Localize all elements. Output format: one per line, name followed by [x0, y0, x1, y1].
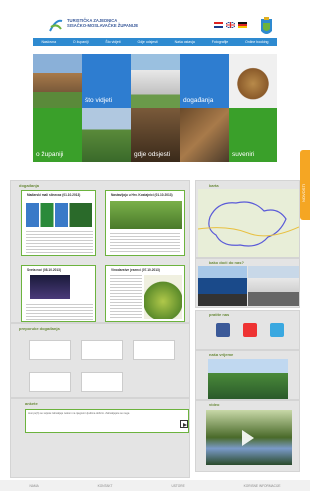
footer-link[interactable]: USTORE — [171, 484, 184, 488]
footer-link[interactable]: KORISNE INFORMACIJE — [244, 484, 281, 488]
pratite-nas-section: pratite nas — [195, 310, 300, 350]
karta-title: karta — [209, 183, 219, 188]
preporuke-section: preporuke događanja — [10, 323, 190, 398]
footer-link[interactable]: KONTAKT — [98, 484, 113, 488]
partner-logo[interactable] — [29, 340, 71, 360]
german-flag-icon[interactable] — [238, 22, 247, 28]
event-card-poster — [30, 275, 70, 299]
partner-logo[interactable] — [29, 372, 71, 392]
kako-doci-title: kako doći do nas? — [209, 260, 244, 265]
hero-photo-hotel[interactable] — [131, 54, 180, 108]
nav-item-fotografije[interactable]: Fotografije — [212, 40, 229, 44]
anketa-box: Jesi pu(h) se svijeta zahvaljuje nekom n… — [25, 409, 189, 433]
event-card-title: Mađarski mali slinecaz (01.10.2013) — [27, 193, 81, 197]
twitter-icon[interactable] — [270, 323, 284, 337]
english-flag-icon[interactable] — [225, 21, 236, 29]
video-section: video — [195, 400, 300, 472]
event-card-title: Vinodarstve jesenci (07.10.2013) — [111, 268, 160, 272]
nasa-vrijeme-section: naša vrijeme — [195, 350, 300, 400]
main-navigation: Naslovna O županiji Što vidjeti Gdje ods… — [33, 38, 277, 46]
arrow-right-icon — [183, 422, 187, 427]
croatian-flag-icon[interactable] — [214, 22, 223, 28]
anketa-submit-button[interactable] — [180, 420, 188, 428]
nav-item-sto-vidjeti[interactable]: Što vidjeti — [105, 40, 120, 44]
logo-icon[interactable] — [48, 17, 64, 33]
facebook-icon[interactable] — [216, 323, 230, 337]
event-card[interactable]: Nastavljaju u Hrv. Kostajnici (01.10.201… — [105, 190, 185, 256]
hero-photo-castle[interactable] — [33, 54, 82, 108]
event-card-text — [26, 231, 93, 253]
nasa-vrijeme-title: naša vrijeme — [209, 352, 234, 357]
footer-link[interactable]: NAMA — [29, 484, 38, 488]
nav-item-online-booking[interactable]: Online booking — [245, 40, 268, 44]
hero-tile-o-zupaniji-label: o županiji — [36, 151, 64, 158]
preporuke-title: preporuke događanja — [19, 326, 60, 331]
event-card-grapes-photo — [144, 275, 182, 319]
hero-grid: što vidjeti događanja o županiji gdje od… — [33, 46, 277, 178]
logo-line2: SISAČKO-MOSLAVAČKE ŽUPANIJE — [67, 23, 139, 28]
event-card-text — [110, 233, 180, 253]
hero-tile-sto-vidjeti[interactable]: što vidjeti — [82, 54, 131, 108]
partner-logo[interactable] — [81, 372, 123, 392]
weather-photo[interactable] — [208, 359, 288, 399]
event-card[interactable]: Vinodarstve jesenci (07.10.2013) — [105, 265, 185, 322]
event-card[interactable]: Sveta noć (08.10.2013) — [21, 265, 96, 322]
kako-doci-section: kako doći do nas? — [195, 258, 300, 308]
hero-tile-suveniri[interactable]: suveniri — [229, 108, 277, 162]
language-flags — [214, 21, 247, 29]
partner-logo[interactable] — [81, 340, 123, 360]
partner-logo[interactable] — [133, 340, 175, 360]
bus-photo[interactable] — [198, 266, 247, 306]
dogadanja-section: događanja Mađarski mali slinecaz (01.10.… — [10, 180, 190, 323]
dogadanja-title: događanja — [19, 183, 40, 188]
event-card-title: Nastavljaju u Hrv. Kostajnici (01.10.201… — [111, 193, 173, 197]
ankete-section: ankete Jesi pu(h) se svijeta zahvaljuje … — [10, 398, 190, 478]
site-footer: NAMA KONTAKT USTORE KORISNE INFORMACIJE — [0, 480, 310, 491]
hero-tile-o-zupaniji[interactable]: o županiji — [33, 108, 82, 162]
karta-section: karta — [195, 180, 300, 258]
event-card[interactable]: Mađarski mali slinecaz (01.10.2013) — [21, 190, 96, 256]
hero-tile-dogadanja[interactable]: događanja — [180, 54, 229, 108]
video-title: video — [209, 402, 220, 407]
event-card-text — [110, 275, 142, 319]
hero-tile-gdje-odsjesti-label: gdje odsjesti — [134, 151, 171, 158]
nav-item-gdje-odsjesti[interactable]: Gdje odsjesti — [137, 40, 157, 44]
county-crest-icon — [259, 17, 274, 39]
region-map[interactable] — [197, 189, 300, 257]
hero-photo-crafts[interactable] — [180, 108, 229, 162]
novosti-side-tab-label: NOVOSTI — [301, 183, 306, 202]
hero-tile-dogadanja-label: događanja — [183, 97, 214, 104]
event-card-photo — [110, 201, 182, 229]
video-player[interactable] — [206, 410, 292, 465]
event-card-thumbnails — [26, 203, 92, 227]
pratite-nas-title: pratite nas — [209, 312, 230, 317]
nav-item-nasa-ostavja[interactable]: Naša ostavja — [175, 40, 195, 44]
play-icon[interactable] — [242, 430, 254, 446]
ankete-title: ankete — [25, 401, 38, 406]
hero-photo-necklace[interactable] — [229, 54, 277, 108]
anketa-text: Jesi pu(h) se svijeta zahvaljuje nekom n… — [28, 412, 130, 415]
site-header: TURISTIČKA ZAJEDNICA SISAČKO-MOSLAVAČKE … — [0, 0, 310, 38]
event-card-title: Sveta noć (08.10.2013) — [27, 268, 62, 272]
nav-item-naslovna[interactable]: Naslovna — [41, 40, 56, 44]
hero-tile-suveniri-label: suveniri — [232, 151, 255, 158]
hero-photo-landscape[interactable] — [82, 108, 131, 162]
novosti-side-tab[interactable]: NOVOSTI — [300, 150, 310, 220]
youtube-icon[interactable] — [243, 323, 257, 337]
hero-tile-gdje-odsjesti[interactable]: gdje odsjesti — [131, 108, 180, 162]
hero-tile-sto-vidjeti-label: što vidjeti — [85, 97, 113, 104]
train-photo[interactable] — [248, 266, 299, 306]
event-card-text — [26, 304, 93, 320]
logo-title[interactable]: TURISTIČKA ZAJEDNICA SISAČKO-MOSLAVAČKE … — [67, 18, 138, 28]
nav-item-o-zupaniji[interactable]: O županiji — [73, 40, 89, 44]
